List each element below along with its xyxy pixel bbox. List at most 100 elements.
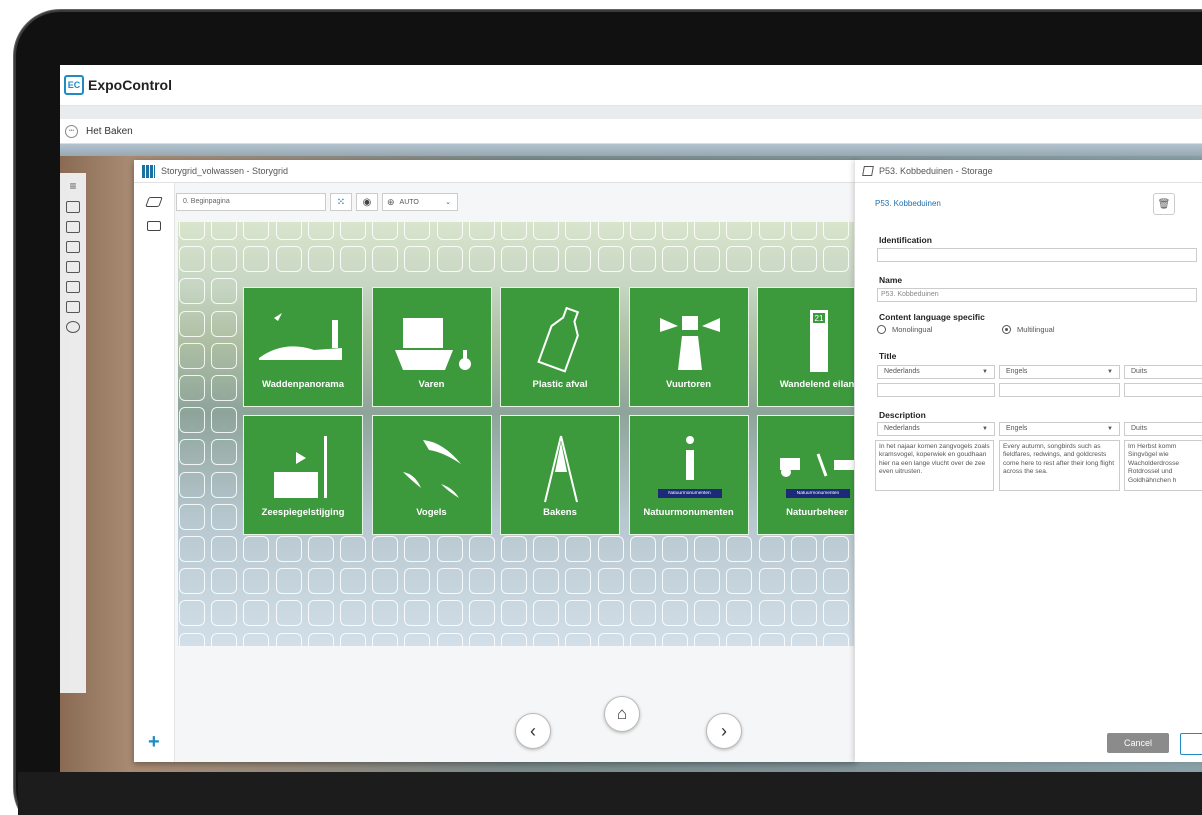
next-page-button[interactable]: ›: [706, 713, 742, 749]
empty-grid-cell[interactable]: [629, 600, 656, 627]
previous-page-button[interactable]: ‹: [515, 713, 551, 749]
empty-grid-cell[interactable]: [662, 222, 688, 240]
title-language-select-1[interactable]: Nederlands ▼: [877, 365, 995, 379]
empty-grid-cell[interactable]: [179, 407, 205, 434]
empty-grid-cell[interactable]: [726, 246, 753, 273]
empty-grid-cell[interactable]: [211, 278, 238, 305]
empty-grid-cell[interactable]: [275, 222, 302, 240]
empty-grid-cell[interactable]: [211, 310, 238, 337]
empty-grid-cell[interactable]: [501, 536, 527, 562]
empty-grid-cell[interactable]: [694, 246, 721, 273]
empty-grid-cell[interactable]: [726, 632, 753, 646]
empty-grid-cell[interactable]: [307, 536, 334, 562]
empty-grid-cell[interactable]: [758, 568, 785, 595]
empty-grid-cell[interactable]: [307, 568, 334, 595]
description-textarea-2[interactable]: Every autumn, songbirds such as fieldfar…: [999, 440, 1120, 491]
empty-grid-cell[interactable]: [211, 439, 238, 466]
empty-grid-cell[interactable]: [468, 600, 495, 627]
empty-grid-cell[interactable]: [179, 310, 205, 337]
empty-grid-cell[interactable]: [629, 568, 656, 595]
empty-grid-cell[interactable]: [662, 600, 688, 627]
empty-grid-cell[interactable]: [179, 375, 205, 401]
title-field-1[interactable]: [877, 383, 995, 397]
empty-grid-cell[interactable]: [694, 536, 721, 562]
storygrid-tile[interactable]: Natuurmonumenten Natuurbeheer: [757, 415, 854, 535]
empty-grid-cell[interactable]: [501, 600, 527, 627]
settings-icon[interactable]: [66, 321, 80, 333]
empty-grid-cell[interactable]: [372, 568, 399, 595]
empty-grid-cell[interactable]: [340, 600, 366, 627]
empty-grid-cell[interactable]: [179, 568, 205, 595]
empty-grid-cell[interactable]: [436, 568, 463, 595]
empty-grid-cell[interactable]: [726, 600, 753, 627]
empty-grid-cell[interactable]: [211, 568, 238, 595]
empty-grid-cell[interactable]: [758, 536, 785, 562]
zoom-select[interactable]: ⊕ AUTO ⌄: [382, 193, 458, 211]
empty-grid-cell[interactable]: [823, 246, 849, 273]
empty-grid-cell[interactable]: [468, 568, 495, 595]
radio-monolingual[interactable]: Monolingual: [877, 325, 932, 334]
eraser-icon[interactable]: [145, 197, 163, 207]
empty-grid-cell[interactable]: [211, 632, 238, 646]
storygrid-tile[interactable]: Zeespiegelstijging: [243, 415, 363, 535]
empty-grid-cell[interactable]: [758, 632, 785, 646]
empty-grid-cell[interactable]: [758, 222, 785, 240]
empty-grid-cell[interactable]: [179, 600, 205, 627]
storygrid-tile[interactable]: Natuurmonumenten Natuurmonumenten: [628, 415, 749, 535]
empty-grid-cell[interactable]: [404, 536, 431, 562]
empty-grid-cell[interactable]: [404, 246, 431, 273]
empty-grid-cell[interactable]: [468, 632, 495, 646]
context-label[interactable]: Het Baken: [86, 126, 133, 137]
empty-grid-cell[interactable]: [597, 632, 624, 646]
empty-grid-cell[interactable]: [597, 536, 624, 562]
empty-grid-cell[interactable]: [501, 222, 527, 240]
empty-grid-cell[interactable]: [340, 246, 366, 273]
empty-grid-cell[interactable]: [501, 246, 527, 273]
empty-grid-cell[interactable]: [211, 246, 238, 273]
layers-icon[interactable]: [66, 301, 80, 313]
empty-grid-cell[interactable]: [372, 246, 399, 273]
empty-grid-cell[interactable]: [275, 632, 302, 646]
empty-grid-cell[interactable]: [211, 600, 238, 627]
empty-grid-cell[interactable]: [179, 222, 205, 240]
screen-icon[interactable]: [147, 221, 161, 231]
empty-grid-cell[interactable]: [629, 246, 656, 273]
empty-grid-cell[interactable]: [823, 568, 849, 595]
empty-grid-cell[interactable]: [179, 471, 205, 498]
storygrid-tile[interactable]: Bakens: [500, 415, 620, 535]
empty-grid-cell[interactable]: [533, 600, 560, 627]
empty-grid-cell[interactable]: [565, 246, 592, 273]
empty-grid-cell[interactable]: [243, 536, 270, 562]
radio-multilingual[interactable]: Multilingual: [1002, 325, 1055, 334]
empty-grid-cell[interactable]: [565, 568, 592, 595]
empty-grid-cell[interactable]: [533, 222, 560, 240]
grid-toggle-icon[interactable]: ⁙: [330, 193, 352, 211]
empty-grid-cell[interactable]: [243, 222, 270, 240]
empty-grid-cell[interactable]: [694, 222, 721, 240]
description-textarea-1[interactable]: In het najaar komen zangvogels zoals kra…: [875, 440, 994, 491]
title-language-select-3[interactable]: Duits: [1124, 365, 1202, 379]
empty-grid-cell[interactable]: [629, 222, 656, 240]
empty-grid-cell[interactable]: [790, 568, 817, 595]
empty-grid-cell[interactable]: [275, 246, 302, 273]
empty-grid-cell[interactable]: [629, 536, 656, 562]
identification-field[interactable]: [877, 248, 1197, 262]
empty-grid-cell[interactable]: [179, 632, 205, 646]
add-button[interactable]: +: [148, 731, 160, 754]
empty-grid-cell[interactable]: [468, 246, 495, 273]
cancel-button[interactable]: Cancel: [1107, 733, 1169, 753]
desc-language-select-1[interactable]: Nederlands ▼: [877, 422, 995, 436]
storygrid-tile[interactable]: Vuurtoren: [628, 287, 749, 407]
empty-grid-cell[interactable]: [372, 632, 399, 646]
storygrid-tile[interactable]: 21 Wandelend eilan: [757, 287, 854, 407]
empty-grid-cell[interactable]: [565, 222, 592, 240]
empty-grid-cell[interactable]: [790, 222, 817, 240]
empty-grid-cell[interactable]: [726, 222, 753, 240]
empty-grid-cell[interactable]: [436, 536, 463, 562]
empty-grid-cell[interactable]: [662, 568, 688, 595]
empty-grid-cell[interactable]: [179, 342, 205, 369]
empty-grid-cell[interactable]: [340, 536, 366, 562]
storygrid-tile[interactable]: Vogels: [371, 415, 492, 535]
storygrid-tile[interactable]: Plastic afval: [500, 287, 620, 407]
empty-grid-cell[interactable]: [694, 600, 721, 627]
